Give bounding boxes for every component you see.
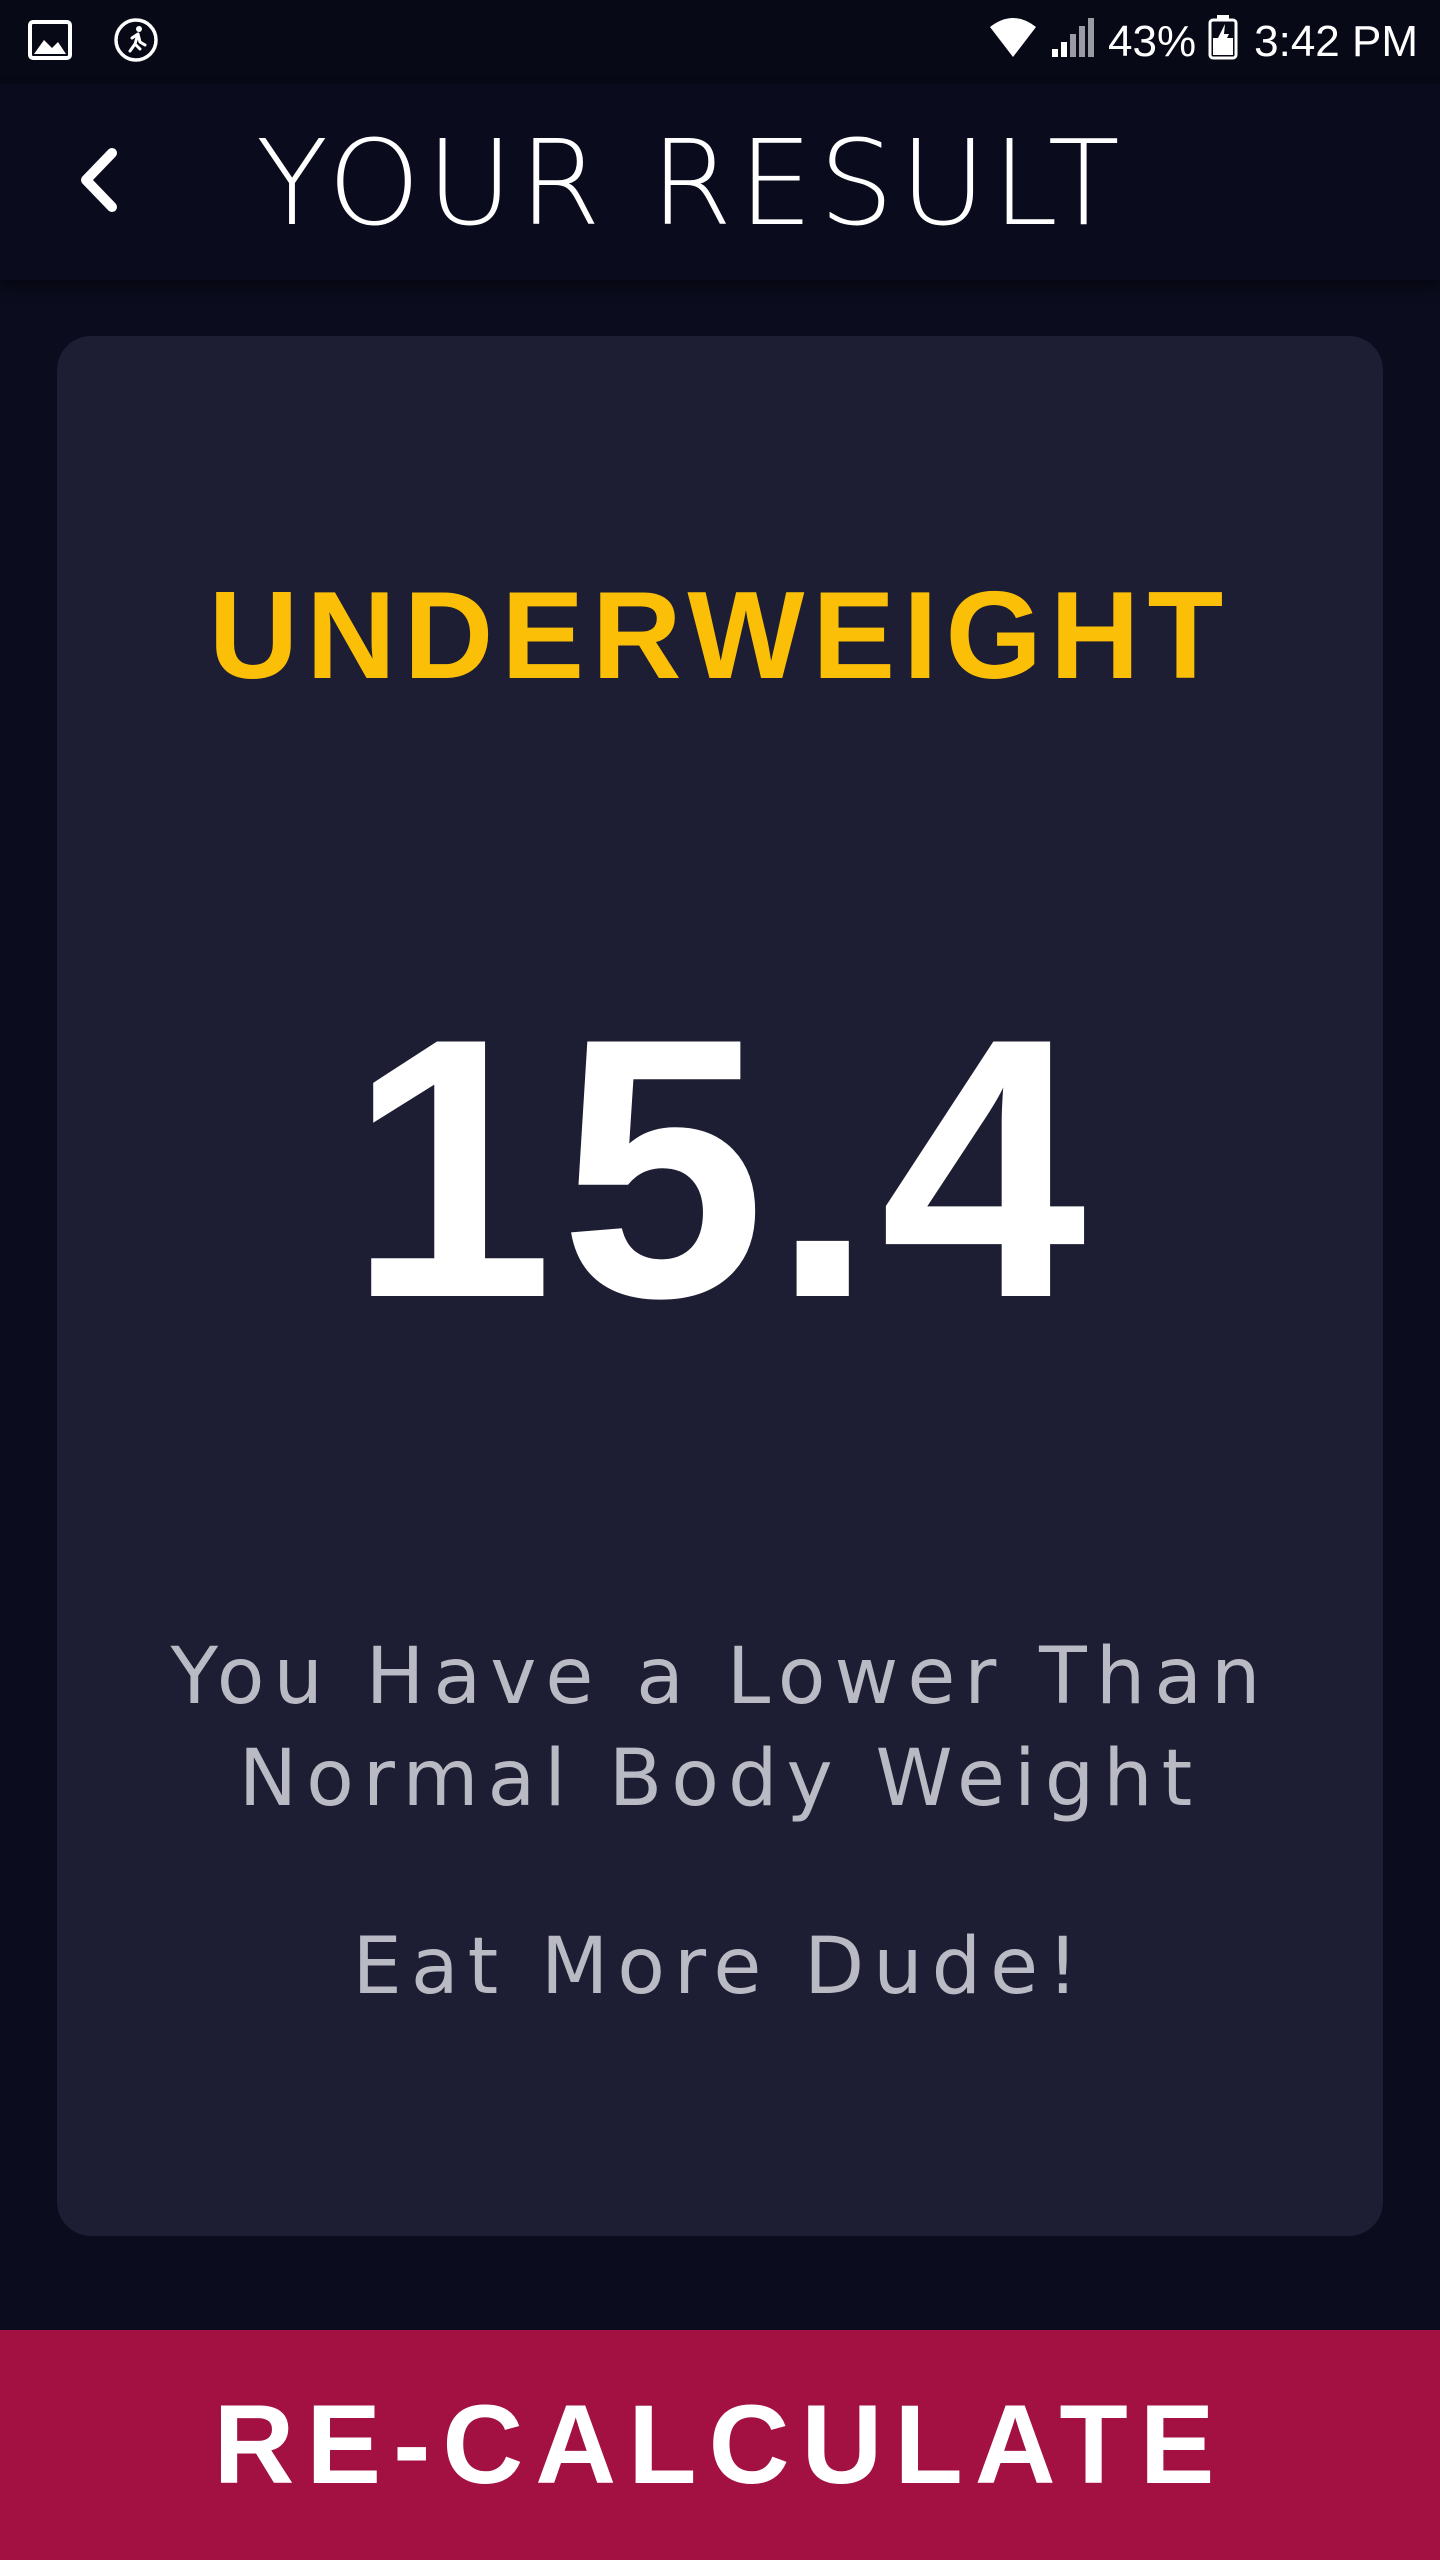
result-message-line-2: Normal Body Weight — [238, 1734, 1202, 1824]
result-message-line-1: You Have a Lower Than — [170, 1632, 1270, 1722]
result-screen: 43% 3:42 PM YOUR RESULT UNDERWEIGHT 15.4… — [0, 0, 1440, 2560]
status-bar: 43% 3:42 PM — [0, 0, 1440, 84]
result-message: You Have a Lower Than Normal Body Weight — [97, 1626, 1343, 1830]
gallery-icon — [28, 19, 72, 65]
recalculate-button[interactable]: RE-CALCULATE — [0, 2330, 1440, 2560]
page-title: YOUR RESULT — [256, 114, 1126, 252]
wifi-icon — [988, 15, 1038, 70]
clock-time: 3:42 PM — [1254, 17, 1418, 66]
result-card: UNDERWEIGHT 15.4 You Have a Lower Than N… — [57, 336, 1383, 2236]
status-icons-right: 43% 3:42 PM — [988, 14, 1418, 70]
result-advice: Eat More Dude! — [352, 1922, 1088, 2012]
app-bar: YOUR RESULT — [0, 84, 1440, 280]
bmi-value: 15.4 — [347, 962, 1093, 1375]
status-icons-left — [28, 16, 160, 69]
signal-icon — [1050, 15, 1096, 70]
battery-percent: 43% — [1108, 17, 1197, 66]
running-icon — [112, 16, 160, 69]
recalculate-label: RE-CALCULATE — [213, 2382, 1227, 2507]
result-category: UNDERWEIGHT — [208, 567, 1232, 705]
battery-icon — [1208, 14, 1238, 71]
chevron-left-icon — [70, 145, 130, 220]
back-button[interactable] — [60, 142, 140, 222]
